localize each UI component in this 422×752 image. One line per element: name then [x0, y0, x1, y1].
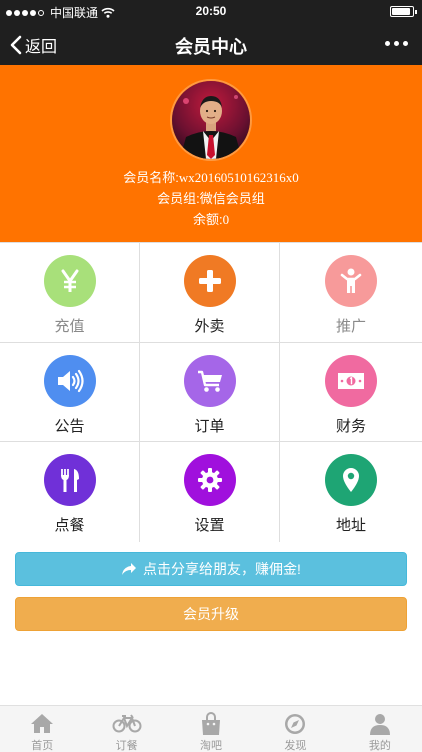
menu-item-dine[interactable]: 点餐: [0, 442, 140, 542]
menu-label: 设置: [194, 517, 225, 534]
bicycle-icon: [112, 714, 142, 733]
menu-label: 点餐: [54, 517, 85, 534]
menu-label: 充值: [54, 318, 85, 335]
tab-label: 首页: [31, 740, 54, 752]
menu-label: 推广: [335, 318, 366, 335]
tab-label: 淘吧: [200, 740, 223, 752]
member-info: 会员名称:wx20160510162316x0 会员组:微信会员组 余额:0: [0, 167, 422, 230]
member-group-value: 微信会员组: [199, 191, 265, 206]
status-bar: 中国联通 20:50: [0, 0, 422, 22]
balance-value: 0: [222, 212, 230, 227]
member-name-value: wx20160510162316x0: [178, 170, 299, 185]
nav-bar: 返回 会员中心: [0, 22, 422, 65]
back-button[interactable]: 返回: [10, 33, 57, 57]
tab-label: 发现: [284, 740, 307, 752]
more-dot-icon: [394, 41, 399, 46]
menu-item-orders[interactable]: 订单: [140, 343, 280, 442]
gear-icon: [183, 454, 236, 506]
upgrade-button-label: 会员升级: [183, 606, 239, 622]
menu-item-takeout[interactable]: 外卖: [140, 243, 280, 343]
member-group-label: 会员组:: [157, 191, 200, 206]
page-title: 会员中心: [175, 37, 247, 57]
profile-header: 会员名称:wx20160510162316x0 会员组:微信会员组 余额:0: [0, 65, 422, 242]
upgrade-button[interactable]: 会员升级: [15, 597, 407, 631]
tab-label: 订餐: [115, 740, 138, 752]
member-group-row: 会员组:微信会员组: [0, 188, 422, 209]
menu-item-promote[interactable]: 推广: [280, 243, 422, 343]
tab-discover[interactable]: 发现: [253, 706, 337, 752]
user-icon: [369, 714, 390, 735]
menu-grid: 充值 外卖 推广 公告 订单 财务 点餐 设置 地址: [0, 242, 422, 542]
map-marker-icon: [325, 454, 377, 506]
bottom-tab-bar: 首页 订餐 淘吧 发现 我的: [0, 705, 422, 752]
cart-icon: [183, 355, 236, 407]
menu-label: 地址: [335, 517, 366, 534]
tab-mine[interactable]: 我的: [338, 706, 422, 752]
menu-label: 财务: [335, 418, 366, 435]
menu-item-finance[interactable]: 财务: [280, 343, 422, 442]
tab-order-meal[interactable]: 订餐: [84, 706, 168, 752]
member-name-label: 会员名称:: [123, 170, 179, 185]
compass-icon: [285, 714, 306, 734]
home-icon: [31, 714, 54, 733]
child-icon: [325, 255, 377, 307]
share-icon: [122, 563, 137, 575]
menu-item-notice[interactable]: 公告: [0, 343, 140, 442]
avatar[interactable]: [170, 79, 252, 161]
shopping-bag-icon: [202, 712, 221, 735]
tab-taoba[interactable]: 淘吧: [169, 706, 253, 752]
money-icon: [325, 355, 377, 407]
cutlery-icon: [43, 454, 96, 506]
more-menu-button[interactable]: [385, 35, 408, 52]
yen-icon: [43, 255, 96, 307]
menu-label: 公告: [54, 418, 85, 435]
plus-icon: [183, 255, 236, 307]
balance-label: 余额:: [192, 212, 223, 227]
share-button[interactable]: 点击分享给朋友，赚佣金!: [15, 552, 407, 586]
tab-home[interactable]: 首页: [0, 706, 84, 752]
clock: 20:50: [195, 4, 227, 18]
more-dot-icon: [385, 41, 390, 46]
share-button-label: 点击分享给朋友，赚佣金!: [143, 561, 301, 577]
balance-row: 余额:0: [0, 209, 422, 230]
volume-icon: [43, 355, 96, 407]
member-name-row: 会员名称:wx20160510162316x0: [0, 167, 422, 188]
more-dot-icon: [403, 41, 408, 46]
menu-item-settings[interactable]: 设置: [140, 442, 280, 542]
menu-item-recharge[interactable]: 充值: [0, 243, 140, 343]
chevron-left-icon: [10, 35, 22, 55]
menu-item-address[interactable]: 地址: [280, 442, 422, 542]
menu-label: 外卖: [194, 318, 225, 335]
menu-label: 订单: [194, 418, 225, 435]
battery-icon: [390, 6, 417, 17]
back-label: 返回: [25, 39, 58, 56]
tab-label: 我的: [368, 740, 391, 752]
